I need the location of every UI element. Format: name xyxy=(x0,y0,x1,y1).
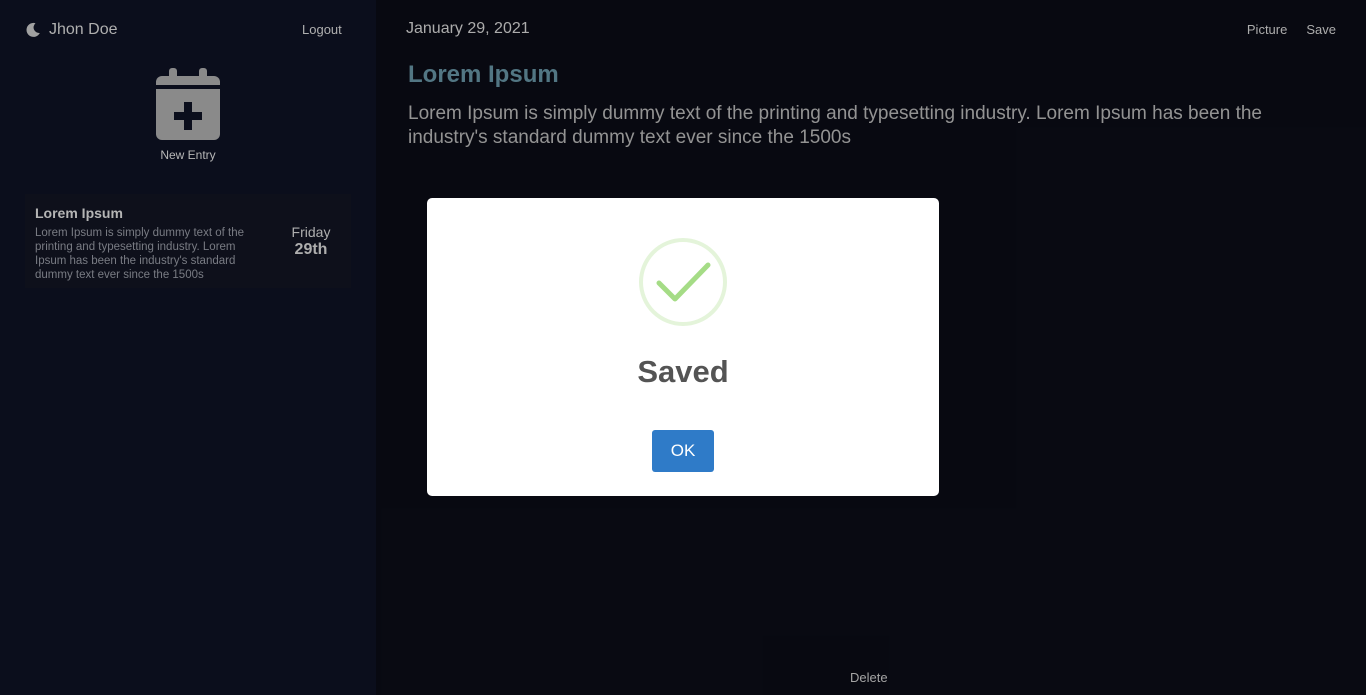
dialog-title: Saved xyxy=(637,354,729,389)
ok-button[interactable]: OK xyxy=(652,430,714,472)
saved-dialog: Saved OK xyxy=(427,198,939,496)
check-circle-icon xyxy=(639,238,727,326)
app: Jhon Doe Logout New Entry Lorem Ipsum Lo… xyxy=(0,0,1366,695)
